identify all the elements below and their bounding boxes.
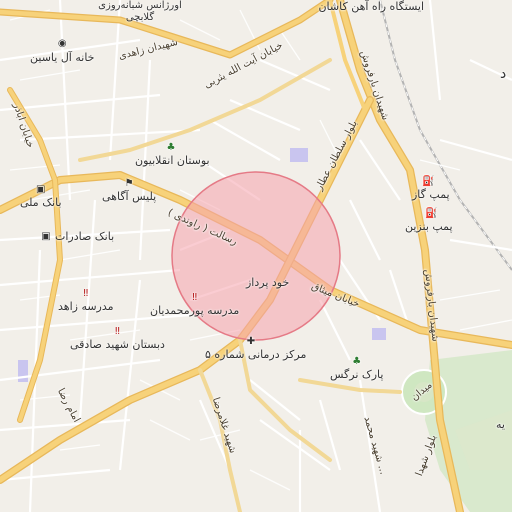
medical-center-label: مرکز درمانی شماره ۵ xyxy=(205,348,307,361)
police-icon: ⚑ xyxy=(124,178,134,189)
poi-petrol-station[interactable]: ⛽ پمپ بنزین xyxy=(405,208,453,233)
bank-melli-label: بانک ملی xyxy=(20,196,62,209)
train-station-label: ایستگاه راه آهن کاشان xyxy=(318,0,424,13)
bank-icon: ▣ xyxy=(41,230,51,242)
gas-station-label: پمپ گاز xyxy=(412,188,450,201)
poi-police[interactable]: ⚑ پلیس آگاهی xyxy=(102,178,156,203)
tree-icon: ♣ xyxy=(166,142,176,153)
map-view[interactable]: ایستگاه راه آهن کاشان اورژانس شبانه‌روزی… xyxy=(0,0,512,512)
poi-museum[interactable]: ◉ خانه آل یاسین xyxy=(30,38,94,64)
poi-school-zahed[interactable]: ‼ مدرسه زاهد xyxy=(58,288,114,313)
poi-medical-center[interactable]: ✚ مرکز درمانی شماره ۵ xyxy=(205,336,306,361)
medical-cross-icon: ✚ xyxy=(246,336,256,347)
petrol-station-label: پمپ بنزین xyxy=(405,220,453,233)
school-zahed-label: مدرسه زاهد xyxy=(58,300,114,313)
water-area xyxy=(18,360,28,382)
poi-school-sadeghi[interactable]: ‼ دبستان شهید صادقی xyxy=(70,326,165,351)
poi-gas-station[interactable]: ⛽ پمپ گاز xyxy=(412,176,450,201)
poi-park-enghelabiun[interactable]: ♣ بوستان انقلابیون xyxy=(135,142,210,167)
museum-label: خانه آل یاسین xyxy=(30,51,95,64)
park-enghelabiun-label: بوستان انقلابیون xyxy=(135,154,210,167)
edge-label-bottom-right: یه xyxy=(496,418,505,431)
water-area xyxy=(290,148,308,162)
bank-saderat-label: بانک صادرات xyxy=(55,230,115,243)
poi-school-pourmohammadian[interactable]: ‼ مدرسه پورمحمدیان xyxy=(150,292,239,317)
edge-label-right: د xyxy=(500,66,507,82)
school-icon: ‼ xyxy=(83,288,89,299)
fuel-icon: ⛽ xyxy=(422,176,435,187)
poi-park-narges[interactable]: ♣ پارک نرگس xyxy=(330,356,383,381)
fuel-icon: ⛽ xyxy=(425,208,438,219)
school-pourmohammadian-label: مدرسه پورمحمدیان xyxy=(150,304,240,317)
atm-label: خود پرداز xyxy=(246,276,290,289)
water-area xyxy=(372,328,386,340)
bank-icon: ▣ xyxy=(36,184,46,195)
tree-icon: ♣ xyxy=(352,356,362,367)
school-icon: ‼ xyxy=(192,292,198,303)
museum-icon: ◉ xyxy=(57,38,67,49)
poi-atm[interactable]: خود پرداز xyxy=(246,276,289,289)
hospital-label: اورژانس شبانه‌روزی گلابچی xyxy=(98,0,182,23)
school-sadeghi-label: دبستان شهید صادقی xyxy=(70,338,165,351)
police-label: پلیس آگاهی xyxy=(102,190,157,203)
poi-hospital[interactable]: اورژانس شبانه‌روزی گلابچی xyxy=(85,0,195,24)
park-narges-label: پارک نرگس xyxy=(330,368,384,381)
school-icon: ‼ xyxy=(115,326,120,337)
poi-bank-melli[interactable]: ▣ بانک ملی xyxy=(20,184,62,209)
poi-train-station[interactable]: ایستگاه راه آهن کاشان xyxy=(318,0,424,13)
poi-bank-saderat[interactable]: ▣ بانک صادرات xyxy=(40,230,114,243)
